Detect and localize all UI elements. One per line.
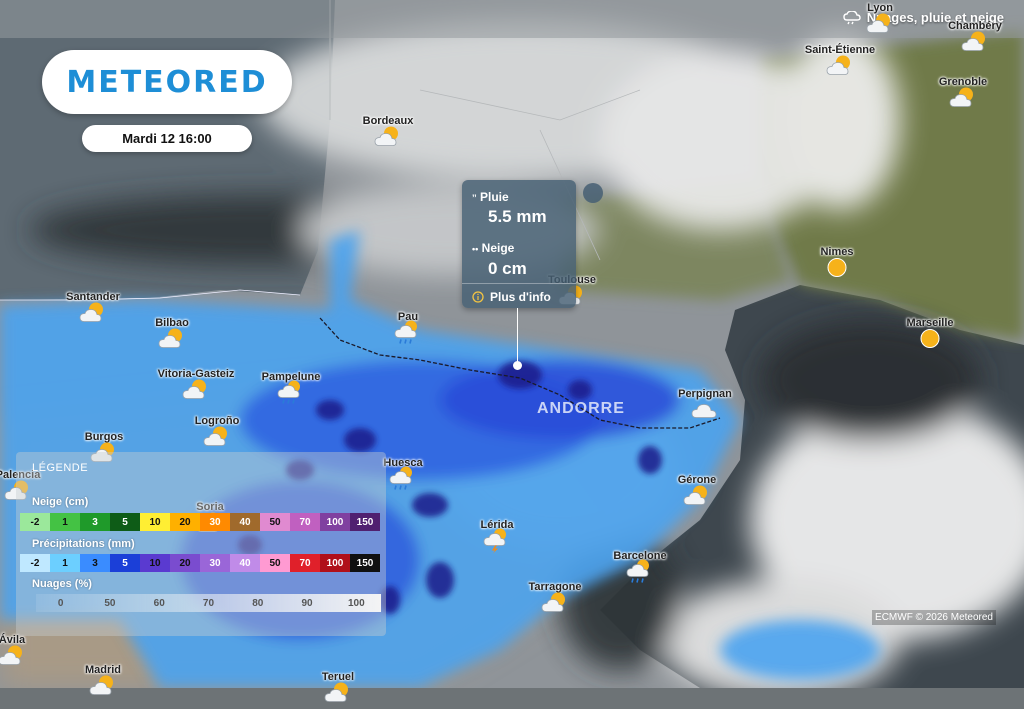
rain-cloud-icon[interactable]: [626, 559, 654, 590]
legend-panel: LÉGENDE Neige (cm) -2 1 3 5 10 20 30 40 50 70 100 1…: [16, 452, 386, 636]
cloud-sun-icon[interactable]: [683, 485, 711, 512]
location-pin[interactable]: [513, 361, 522, 370]
legend-step: 20: [170, 513, 200, 531]
cloud-sun-icon[interactable]: [374, 126, 402, 153]
region-label-andorre: ANDORRE: [537, 400, 625, 417]
legend-title: LÉGENDE: [32, 462, 89, 474]
map-marker-bubble[interactable]: [583, 183, 603, 203]
legend-step: 1: [50, 554, 80, 572]
more-info-text: Plus d'info: [490, 290, 551, 304]
cloud-sun-icon[interactable]: [0, 645, 26, 672]
legend-step: 150: [350, 513, 380, 531]
sun-icon[interactable]: [826, 257, 848, 284]
legend-step: 60: [153, 597, 165, 609]
legend-step: 40: [230, 554, 260, 572]
credit-text: ECMWF © 2026 Meteored: [872, 610, 996, 625]
legend-step: 50: [260, 554, 290, 572]
legend-step: 5: [110, 513, 140, 531]
rain-icon: ’’: [472, 193, 477, 203]
legend-step: 50: [104, 597, 116, 609]
legend-step: 10: [140, 554, 170, 572]
cloud-sun-icon[interactable]: [866, 13, 894, 40]
cloud-sun-icon[interactable]: [949, 87, 977, 114]
legend-step: 80: [252, 597, 264, 609]
rain-value: 5.5 mm: [488, 207, 547, 226]
legend-step: 30: [200, 513, 230, 531]
info-icon: [472, 291, 484, 303]
legend-step: 100: [320, 513, 350, 531]
legend-step: 100: [320, 554, 350, 572]
legend-step: 10: [140, 513, 170, 531]
sun-icon[interactable]: [919, 328, 941, 355]
cloud-sun-icon[interactable]: [541, 592, 569, 619]
snow-scale: -2 1 3 5 10 20 30 40 50 70 100 150: [20, 513, 380, 531]
more-info-link[interactable]: Plus d'info: [472, 290, 551, 304]
cloud-sun-icon[interactable]: [324, 682, 352, 709]
legend-step: 20: [170, 554, 200, 572]
cloud-icon[interactable]: [691, 400, 719, 425]
cloud-sun-icon[interactable]: [89, 675, 117, 702]
snow-scale-label: Neige (cm): [32, 496, 89, 508]
rain-cloud-icon[interactable]: [394, 320, 422, 351]
legend-step: 100: [347, 597, 365, 609]
legend-step: -2: [20, 554, 50, 572]
logo-text: METEORED: [66, 64, 268, 100]
cloud-sun-icon[interactable]: [79, 302, 107, 329]
legend-step: 3: [80, 554, 110, 572]
snow-value: 0 cm: [488, 259, 527, 278]
thunder-cloud-icon[interactable]: [483, 528, 511, 559]
legend-step: 70: [290, 554, 320, 572]
legend-step: -2: [20, 513, 50, 531]
cloud-sun-icon[interactable]: [158, 328, 186, 355]
rain-cloud-icon[interactable]: [277, 380, 305, 411]
cloud-sun-icon[interactable]: [826, 55, 854, 82]
date-selector[interactable]: Mardi 12 16:00: [82, 125, 252, 152]
legend-step: 70: [290, 513, 320, 531]
date-text: Mardi 12 16:00: [122, 131, 212, 146]
snow-label: •• Neige: [472, 241, 515, 255]
city-label[interactable]: Perpignan: [678, 388, 732, 400]
snow-icon: ••: [472, 244, 479, 254]
rain-scale-label: Précipitations (mm): [32, 538, 135, 550]
legend-step: 40: [230, 513, 260, 531]
legend-step: 5: [110, 554, 140, 572]
legend-step: 30: [200, 554, 230, 572]
pin-line: [517, 308, 518, 366]
cloud-scale-label: Nuages (%): [32, 578, 92, 590]
legend-step: 90: [301, 597, 313, 609]
popup-divider: [462, 283, 576, 284]
cloud-sun-icon[interactable]: [961, 31, 989, 58]
point-info-popup[interactable]: ’’ Pluie 5.5 mm •• Neige 0 cm Plus d'inf…: [462, 180, 576, 308]
rain-label: ’’ Pluie: [472, 190, 509, 204]
legend-step: 3: [80, 513, 110, 531]
legend-step: 70: [202, 597, 215, 609]
meteored-logo[interactable]: METEORED: [42, 50, 292, 114]
legend-step: 50: [260, 513, 290, 531]
cloud-scale: 0 50 60 70 80 90 100: [36, 594, 381, 612]
rain-scale: -2 1 3 5 10 20 30 40 50 70 100 150: [20, 554, 380, 572]
legend-step: 150: [350, 554, 380, 572]
legend-step: 1: [50, 513, 80, 531]
legend-step: 0: [57, 597, 64, 609]
cloud-rain-icon: [843, 10, 861, 24]
cloud-sun-icon[interactable]: [182, 379, 210, 406]
cloud-sun-icon[interactable]: [203, 426, 231, 453]
rain-cloud-icon[interactable]: [389, 466, 417, 497]
